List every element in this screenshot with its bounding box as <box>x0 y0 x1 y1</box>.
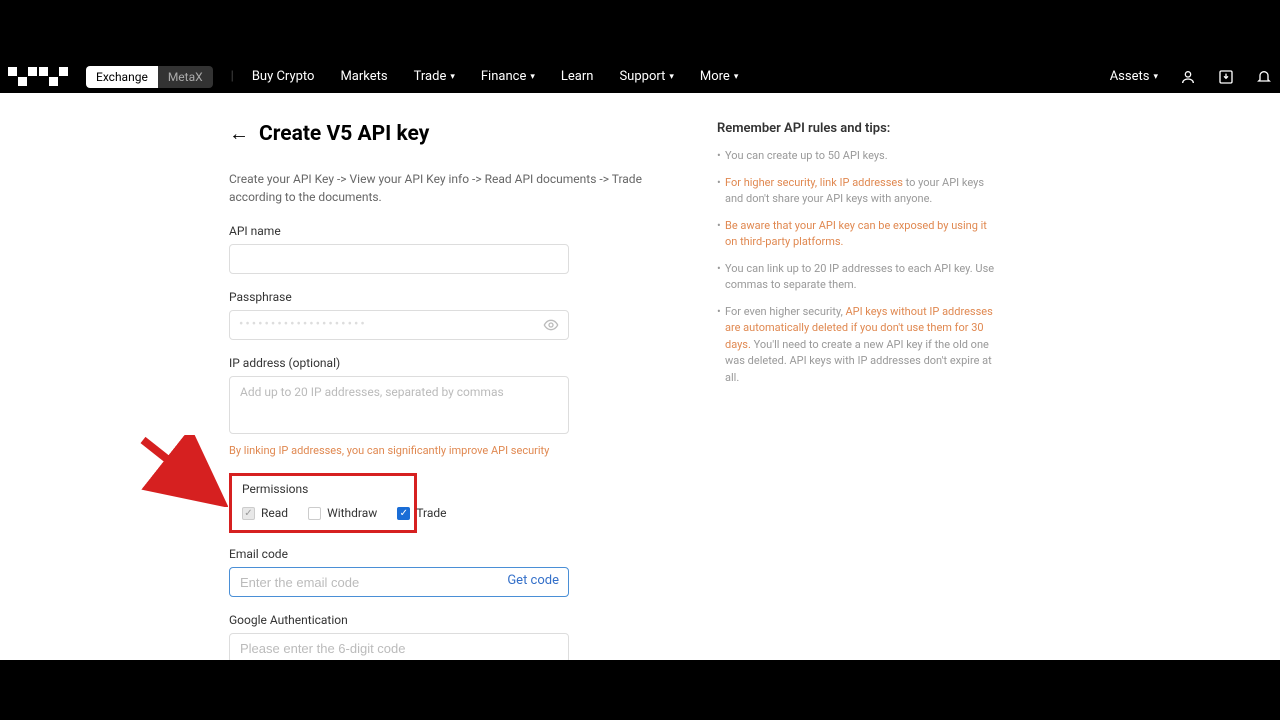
chevron-down-icon: ▾ <box>450 72 455 82</box>
nav-trade[interactable]: Trade▾ <box>414 69 455 84</box>
mode-exchange[interactable]: Exchange <box>86 66 158 88</box>
chevron-down-icon: ▾ <box>734 72 739 82</box>
perm-read-label: Read <box>261 506 288 520</box>
nav-markets[interactable]: Markets <box>340 69 387 84</box>
passphrase-label: Passphrase <box>229 290 569 304</box>
page-title: Create V5 API key <box>259 122 429 146</box>
back-arrow-icon[interactable]: ← <box>229 121 249 146</box>
page-subtitle: Create your API Key -> View your API Key… <box>229 170 661 206</box>
nav-learn[interactable]: Learn <box>561 69 594 84</box>
bell-icon[interactable] <box>1256 69 1272 85</box>
get-code-button[interactable]: Get code <box>507 573 559 588</box>
permissions-section: Permissions ✓ Read Withdraw ✓ Trade <box>229 473 417 533</box>
download-icon[interactable] <box>1218 69 1234 85</box>
email-code-label: Email code <box>229 547 569 561</box>
ip-helper: By linking IP addresses, you can signifi… <box>229 444 569 457</box>
tips-title: Remember API rules and tips: <box>717 121 997 136</box>
google-auth-input[interactable] <box>229 633 569 660</box>
google-auth-label: Google Authentication <box>229 613 569 627</box>
nav-assets[interactable]: Assets▾ <box>1110 69 1158 84</box>
logo[interactable] <box>8 67 68 86</box>
permissions-title: Permissions <box>242 482 404 496</box>
api-name-label: API name <box>229 224 569 238</box>
ip-label: IP address (optional) <box>229 356 569 370</box>
tip-item: For even higher security, API keys witho… <box>717 304 997 387</box>
perm-withdraw-checkbox[interactable] <box>308 507 321 520</box>
perm-read-checkbox[interactable]: ✓ <box>242 507 255 520</box>
tip-item: Be aware that your API key can be expose… <box>717 218 997 251</box>
eye-icon[interactable] <box>543 317 559 337</box>
mode-metax[interactable]: MetaX <box>158 66 213 88</box>
chevron-down-icon: ▾ <box>530 72 535 82</box>
chevron-down-icon: ▾ <box>669 72 674 82</box>
nav-support[interactable]: Support▾ <box>619 69 673 84</box>
tip-item: You can link up to 20 IP addresses to ea… <box>717 261 997 294</box>
nav-more[interactable]: More▾ <box>700 69 738 84</box>
mode-toggle: Exchange MetaX <box>86 66 213 88</box>
user-icon[interactable] <box>1180 69 1196 85</box>
api-name-input[interactable] <box>229 244 569 274</box>
perm-withdraw-label: Withdraw <box>327 506 377 520</box>
passphrase-input[interactable] <box>229 310 569 340</box>
nav-buy-crypto[interactable]: Buy Crypto <box>252 69 315 84</box>
tips-list: You can create up to 50 API keys. For hi… <box>717 148 997 386</box>
navbar: Exchange MetaX | Buy Crypto Markets Trad… <box>0 60 1280 93</box>
nav-finance[interactable]: Finance▾ <box>481 69 535 84</box>
tip-item: You can create up to 50 API keys. <box>717 148 997 165</box>
ip-textarea[interactable] <box>229 376 569 434</box>
perm-trade-checkbox[interactable]: ✓ <box>397 507 410 520</box>
tip-item: For higher security, link IP addresses t… <box>717 175 997 208</box>
chevron-down-icon: ▾ <box>1153 72 1158 82</box>
perm-trade-label: Trade <box>416 506 446 520</box>
